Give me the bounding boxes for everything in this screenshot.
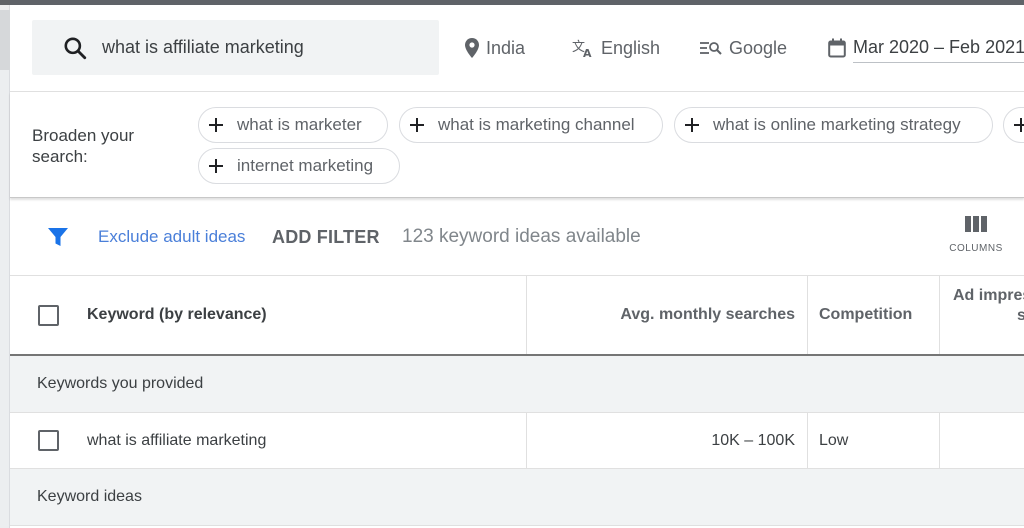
translate-icon: 文 A bbox=[572, 40, 592, 58]
broaden-label: Broaden your search: bbox=[32, 126, 135, 166]
search-header: what is affiliate marketing India 文 A En… bbox=[10, 5, 1024, 92]
location-pin-icon bbox=[465, 38, 479, 58]
filter-icon[interactable] bbox=[46, 225, 70, 249]
location-selector[interactable]: India bbox=[465, 35, 525, 61]
header-ad-label: Ad impres s bbox=[953, 286, 1024, 326]
chip-label: what is marketing channel bbox=[438, 115, 635, 134]
broaden-chip[interactable]: what is marketing channel bbox=[399, 107, 663, 143]
columns-label: COLUMNS bbox=[949, 243, 1003, 254]
filter-bar: Exclude adult ideas ADD FILTER 123 keywo… bbox=[10, 198, 1024, 276]
search-network-icon bbox=[700, 42, 722, 55]
language-value: English bbox=[601, 37, 661, 58]
table-header: Keyword (by relevance) Avg. monthly sear… bbox=[10, 276, 1024, 356]
columns-icon bbox=[965, 216, 987, 232]
header-keyword-label: Keyword (by relevance) bbox=[87, 306, 267, 323]
cell-avg-monthly: 10K – 100K bbox=[527, 413, 808, 468]
broaden-search-section: Broaden your search: what is marketer wh… bbox=[10, 92, 1024, 198]
cell-keyword: what is affiliate marketing bbox=[10, 413, 527, 468]
header-avg-label: Avg. monthly searches bbox=[620, 306, 795, 323]
keyword-table: Keyword (by relevance) Avg. monthly sear… bbox=[10, 276, 1024, 526]
network-value: Google bbox=[729, 37, 788, 58]
chip-label: what is online marketing strategy bbox=[713, 115, 961, 134]
header-ad-label-line1: Ad impres bbox=[953, 287, 1024, 304]
plus-icon bbox=[209, 118, 223, 132]
plus-icon bbox=[1014, 118, 1024, 132]
search-icon bbox=[64, 36, 87, 59]
columns-button[interactable]: COLUMNS bbox=[946, 216, 1006, 266]
cell-ad-share bbox=[940, 413, 1024, 468]
add-filter-button[interactable]: ADD FILTER bbox=[272, 227, 380, 248]
header-competition-label: Competition bbox=[819, 306, 913, 323]
group-label: Keyword ideas bbox=[37, 488, 142, 505]
broaden-chip[interactable]: internet marketing bbox=[198, 148, 400, 184]
plus-icon bbox=[209, 159, 223, 173]
plus-icon bbox=[410, 118, 424, 132]
keyword-planner-panel: what is affiliate marketing India 文 A En… bbox=[10, 5, 1024, 528]
header-ad-impression-share[interactable]: Ad impres s bbox=[940, 276, 1024, 354]
keyword-text: what is affiliate marketing bbox=[87, 431, 267, 449]
location-value: India bbox=[486, 37, 526, 58]
search-query-value: what is affiliate marketing bbox=[102, 37, 304, 57]
chip-label: what is marketer bbox=[237, 115, 362, 134]
select-all-checkbox[interactable] bbox=[38, 304, 59, 326]
group-label: Keywords you provided bbox=[37, 375, 204, 392]
broaden-chip[interactable]: what is marketer bbox=[198, 107, 388, 143]
keyword-search-input[interactable]: what is affiliate marketing bbox=[32, 20, 439, 75]
plus-icon bbox=[685, 118, 699, 132]
header-avg-monthly-searches[interactable]: Avg. monthly searches bbox=[527, 276, 808, 354]
broaden-chip-partial[interactable] bbox=[1003, 107, 1024, 143]
header-ad-label-line2: s bbox=[1017, 307, 1024, 324]
group-row-provided: Keywords you provided bbox=[10, 356, 1024, 413]
date-range-value: Mar 2020 – Feb 2021 bbox=[853, 37, 1024, 63]
avg-monthly-value: 10K – 100K bbox=[711, 431, 795, 449]
broaden-chip[interactable]: what is online marketing strategy bbox=[674, 107, 993, 143]
date-range-selector[interactable]: Mar 2020 – Feb 2021 bbox=[828, 35, 1024, 63]
calendar-icon bbox=[828, 38, 846, 58]
table-row[interactable]: what is affiliate marketing 10K – 100K L… bbox=[10, 413, 1024, 469]
left-scroll-rail bbox=[0, 5, 10, 528]
svg-text:A: A bbox=[583, 47, 592, 58]
header-keyword[interactable]: Keyword (by relevance) bbox=[10, 276, 527, 354]
cell-competition: Low bbox=[808, 413, 940, 468]
chip-label: internet marketing bbox=[237, 156, 374, 175]
header-competition[interactable]: Competition bbox=[808, 276, 940, 354]
exclude-adult-ideas-filter[interactable]: Exclude adult ideas bbox=[98, 227, 245, 247]
network-selector[interactable]: Google bbox=[700, 35, 787, 61]
competition-value: Low bbox=[819, 431, 849, 449]
language-selector[interactable]: 文 A English bbox=[572, 35, 660, 61]
group-row-ideas: Keyword ideas bbox=[10, 469, 1024, 526]
keyword-ideas-count: 123 keyword ideas available bbox=[402, 226, 641, 247]
left-rail-thumb[interactable] bbox=[0, 10, 10, 70]
row-checkbox[interactable] bbox=[38, 430, 59, 451]
